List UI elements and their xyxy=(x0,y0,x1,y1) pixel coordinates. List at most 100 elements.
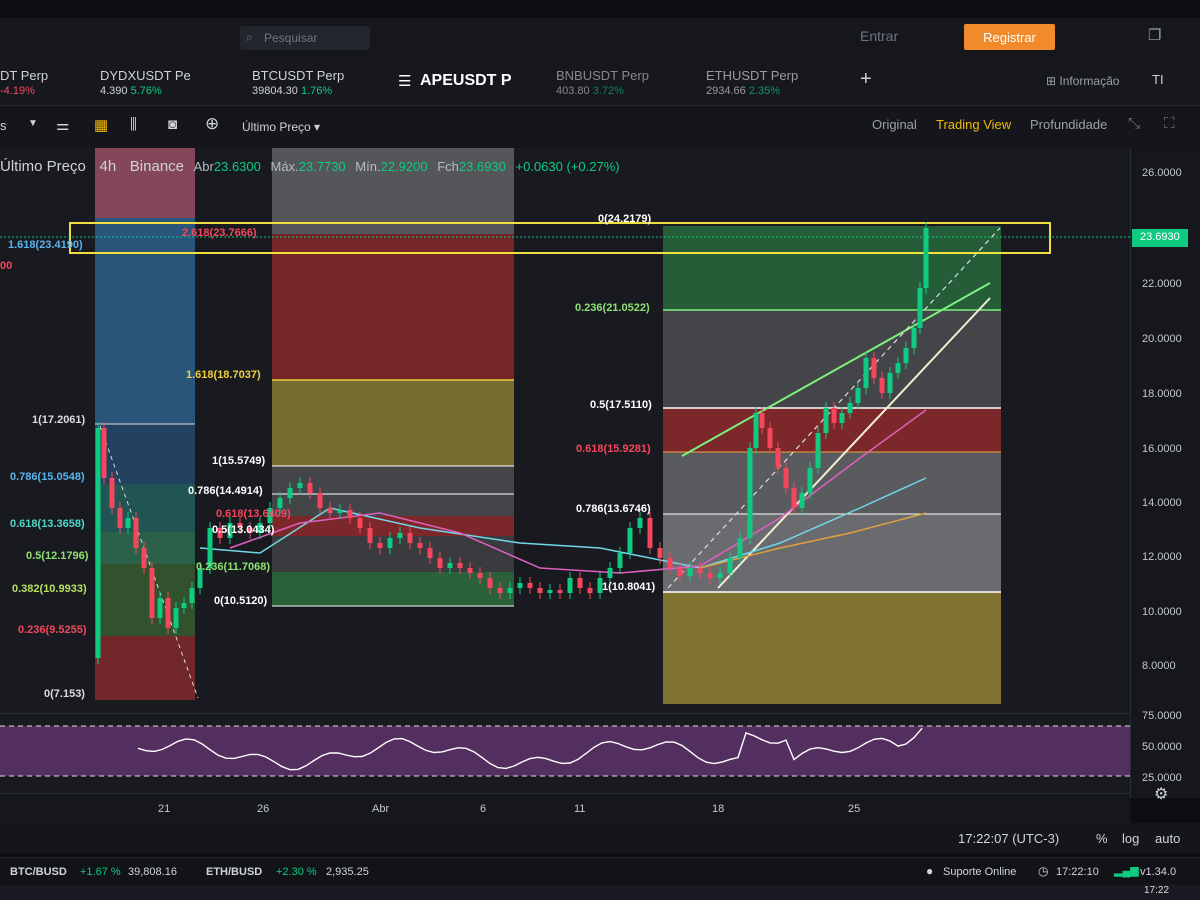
candle xyxy=(377,543,383,548)
fib-label: 1.618(23.4190) xyxy=(8,239,83,251)
fib-label: 0.5(12.1796) xyxy=(26,550,89,562)
rsi-panel[interactable] xyxy=(0,713,1130,793)
candle xyxy=(799,493,805,508)
candle xyxy=(317,493,323,508)
candle xyxy=(831,408,837,423)
percent-toggle[interactable]: % xyxy=(1096,831,1108,846)
candle xyxy=(407,533,413,543)
fib-label: 0.382(10.9933) xyxy=(12,583,87,595)
add-tab-icon[interactable]: + xyxy=(860,68,872,91)
ticker-symbol[interactable]: ETH/BUSD xyxy=(206,866,262,878)
fib-label: 0.618(13.3658) xyxy=(10,518,85,530)
candle xyxy=(149,568,155,618)
pair-tab-bnb[interactable]: BNBUSDT Perp 403.80 3.72% xyxy=(556,68,649,97)
rsi-band xyxy=(0,726,1130,776)
time-tick: 11 xyxy=(574,803,586,815)
time-tick: Abr xyxy=(372,803,390,815)
ticker-symbol[interactable]: BTC/BUSD xyxy=(10,866,67,878)
pair-change: 3.72% xyxy=(592,85,624,97)
time-tick: 18 xyxy=(712,803,725,815)
time-axis[interactable]: 21 26 Abr 6 11 18 25 xyxy=(0,793,1130,823)
expand-icon[interactable]: ⤡ xyxy=(1128,115,1140,132)
candle xyxy=(557,590,563,593)
auto-toggle[interactable]: auto xyxy=(1155,831,1180,846)
pair-symbol: DT Perp xyxy=(0,68,49,83)
candle xyxy=(417,543,423,548)
candle xyxy=(101,428,107,478)
ohlc-price-type: Último Preço xyxy=(0,158,86,175)
camera-icon[interactable]: ◙ xyxy=(168,116,177,133)
fib-label: 0.236(9.5255) xyxy=(18,624,87,636)
register-button[interactable]: Registrar xyxy=(964,24,1055,50)
candle xyxy=(297,483,303,488)
chart-toolbar: s ▼ ⚌ ▦ ⫼ ◙ ⊕ Último Preço ▾ Original Tr… xyxy=(0,106,1200,148)
add-icon[interactable]: ⊕ xyxy=(205,114,219,134)
candle xyxy=(753,413,759,448)
candle xyxy=(923,228,929,288)
taskbar-time: 17:22 xyxy=(1144,885,1170,896)
interval-label[interactable]: s xyxy=(0,118,7,133)
pair-tab-eth[interactable]: ETHUSDT Perp 2934.66 2.35% xyxy=(706,68,798,97)
candle xyxy=(141,548,147,568)
price-type-select[interactable]: Último Preço ▾ xyxy=(242,120,320,134)
candle xyxy=(707,573,713,578)
ticker-change: +2.30 % xyxy=(276,866,317,878)
candle xyxy=(367,528,373,543)
pair-price: 4.390 xyxy=(100,85,128,97)
ohlc-legend: Último Preço 4h Binance Abr23.6300 Máx.2… xyxy=(0,158,620,175)
chevron-down-icon[interactable]: ▼ xyxy=(28,118,38,129)
search-input[interactable]: Pesquisar xyxy=(240,26,370,50)
candle xyxy=(387,538,393,548)
login-link[interactable]: Entrar xyxy=(860,28,898,44)
candle xyxy=(487,578,493,588)
settings-sliders-icon[interactable]: ⚌ xyxy=(56,116,69,134)
chart-panel[interactable]: 1.618(23.4190) 00 1(17.2061) 0.786(15.05… xyxy=(0,148,1130,713)
candle xyxy=(767,428,773,448)
candle xyxy=(173,608,179,628)
pair-change: 1.76% xyxy=(300,85,333,97)
candle xyxy=(133,518,139,548)
log-toggle[interactable]: log xyxy=(1122,831,1139,846)
pair-symbol: ETHUSDT Perp xyxy=(706,68,799,83)
info-label: Informação xyxy=(1059,74,1120,88)
candle xyxy=(109,478,115,508)
time-tick: 6 xyxy=(480,803,487,815)
tab-original[interactable]: Original xyxy=(872,117,917,132)
fib-label: 1(17.2061) xyxy=(32,414,86,426)
fib3-zone xyxy=(663,514,1001,592)
candle xyxy=(815,433,821,468)
pair-symbol: DYDXUSDT Pe xyxy=(100,68,191,83)
tab-profundidade[interactable]: Profundidade xyxy=(1030,117,1107,132)
fib3-zone xyxy=(663,592,1001,704)
support-icon: ● xyxy=(926,864,934,878)
candle-type-icon[interactable]: ⫼ xyxy=(130,116,137,133)
fullscreen-icon[interactable]: ⛶ xyxy=(1164,115,1175,132)
fib-label: 0.5(17.5110) xyxy=(590,399,652,411)
pair-tab-btc[interactable]: BTCUSDT Perp 39804.30 1.76% xyxy=(252,68,344,97)
candle xyxy=(687,568,693,576)
candle xyxy=(775,448,781,468)
candle xyxy=(657,548,663,558)
indicator-icon[interactable]: ▦ xyxy=(94,116,108,134)
candle xyxy=(527,583,533,588)
menu-icon[interactable]: ☰ xyxy=(398,72,411,90)
candle xyxy=(879,378,885,393)
price-tick: 10.0000 xyxy=(1142,606,1182,618)
ti-link[interactable]: TI xyxy=(1152,72,1164,87)
price-tick: 26.0000 xyxy=(1142,167,1182,179)
gear-icon[interactable]: ⚙ xyxy=(1154,784,1168,804)
pair-tab-1[interactable]: DT Perp -4.19% xyxy=(0,68,48,97)
pair-tab-ape-active[interactable]: APEUSDT P xyxy=(420,72,512,90)
fib-label: 0.5(13.0434) xyxy=(212,524,275,536)
fib2-zone xyxy=(272,234,514,380)
rsi-canvas xyxy=(0,725,1130,777)
pair-price: 403.80 xyxy=(556,85,590,97)
candle xyxy=(165,598,171,628)
tab-trading-view[interactable]: Trading View xyxy=(936,117,1011,132)
candle xyxy=(357,518,363,528)
pair-tab-dydx[interactable]: DYDXUSDT Pe 4.390 5.76% xyxy=(100,68,191,97)
info-link[interactable]: ⊞ Informação xyxy=(1046,74,1119,88)
support-link[interactable]: Suporte Online xyxy=(943,866,1016,878)
window-icon[interactable]: ❐ xyxy=(1148,26,1161,44)
ohlc-open: 23.6300 xyxy=(213,159,261,174)
